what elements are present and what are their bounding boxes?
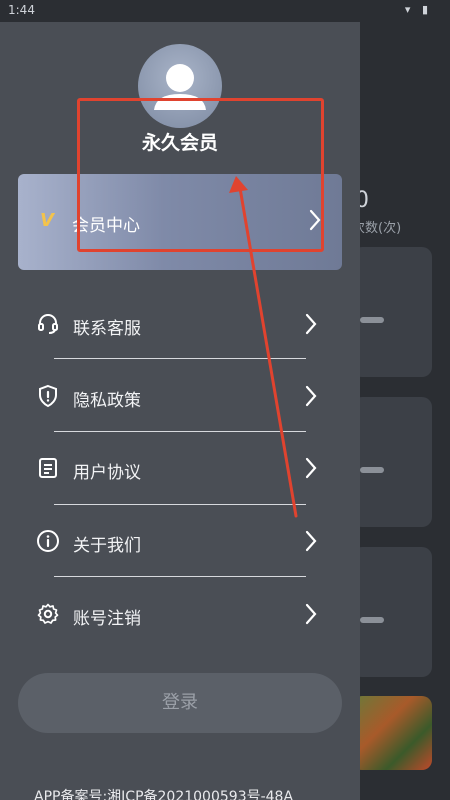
status-time: 1:44 <box>8 3 35 17</box>
status-bar: 1:44 ▾ ▮ <box>0 0 450 22</box>
annotation-arrow <box>229 176 298 518</box>
status-icons: ▾ ▮ <box>404 3 432 16</box>
